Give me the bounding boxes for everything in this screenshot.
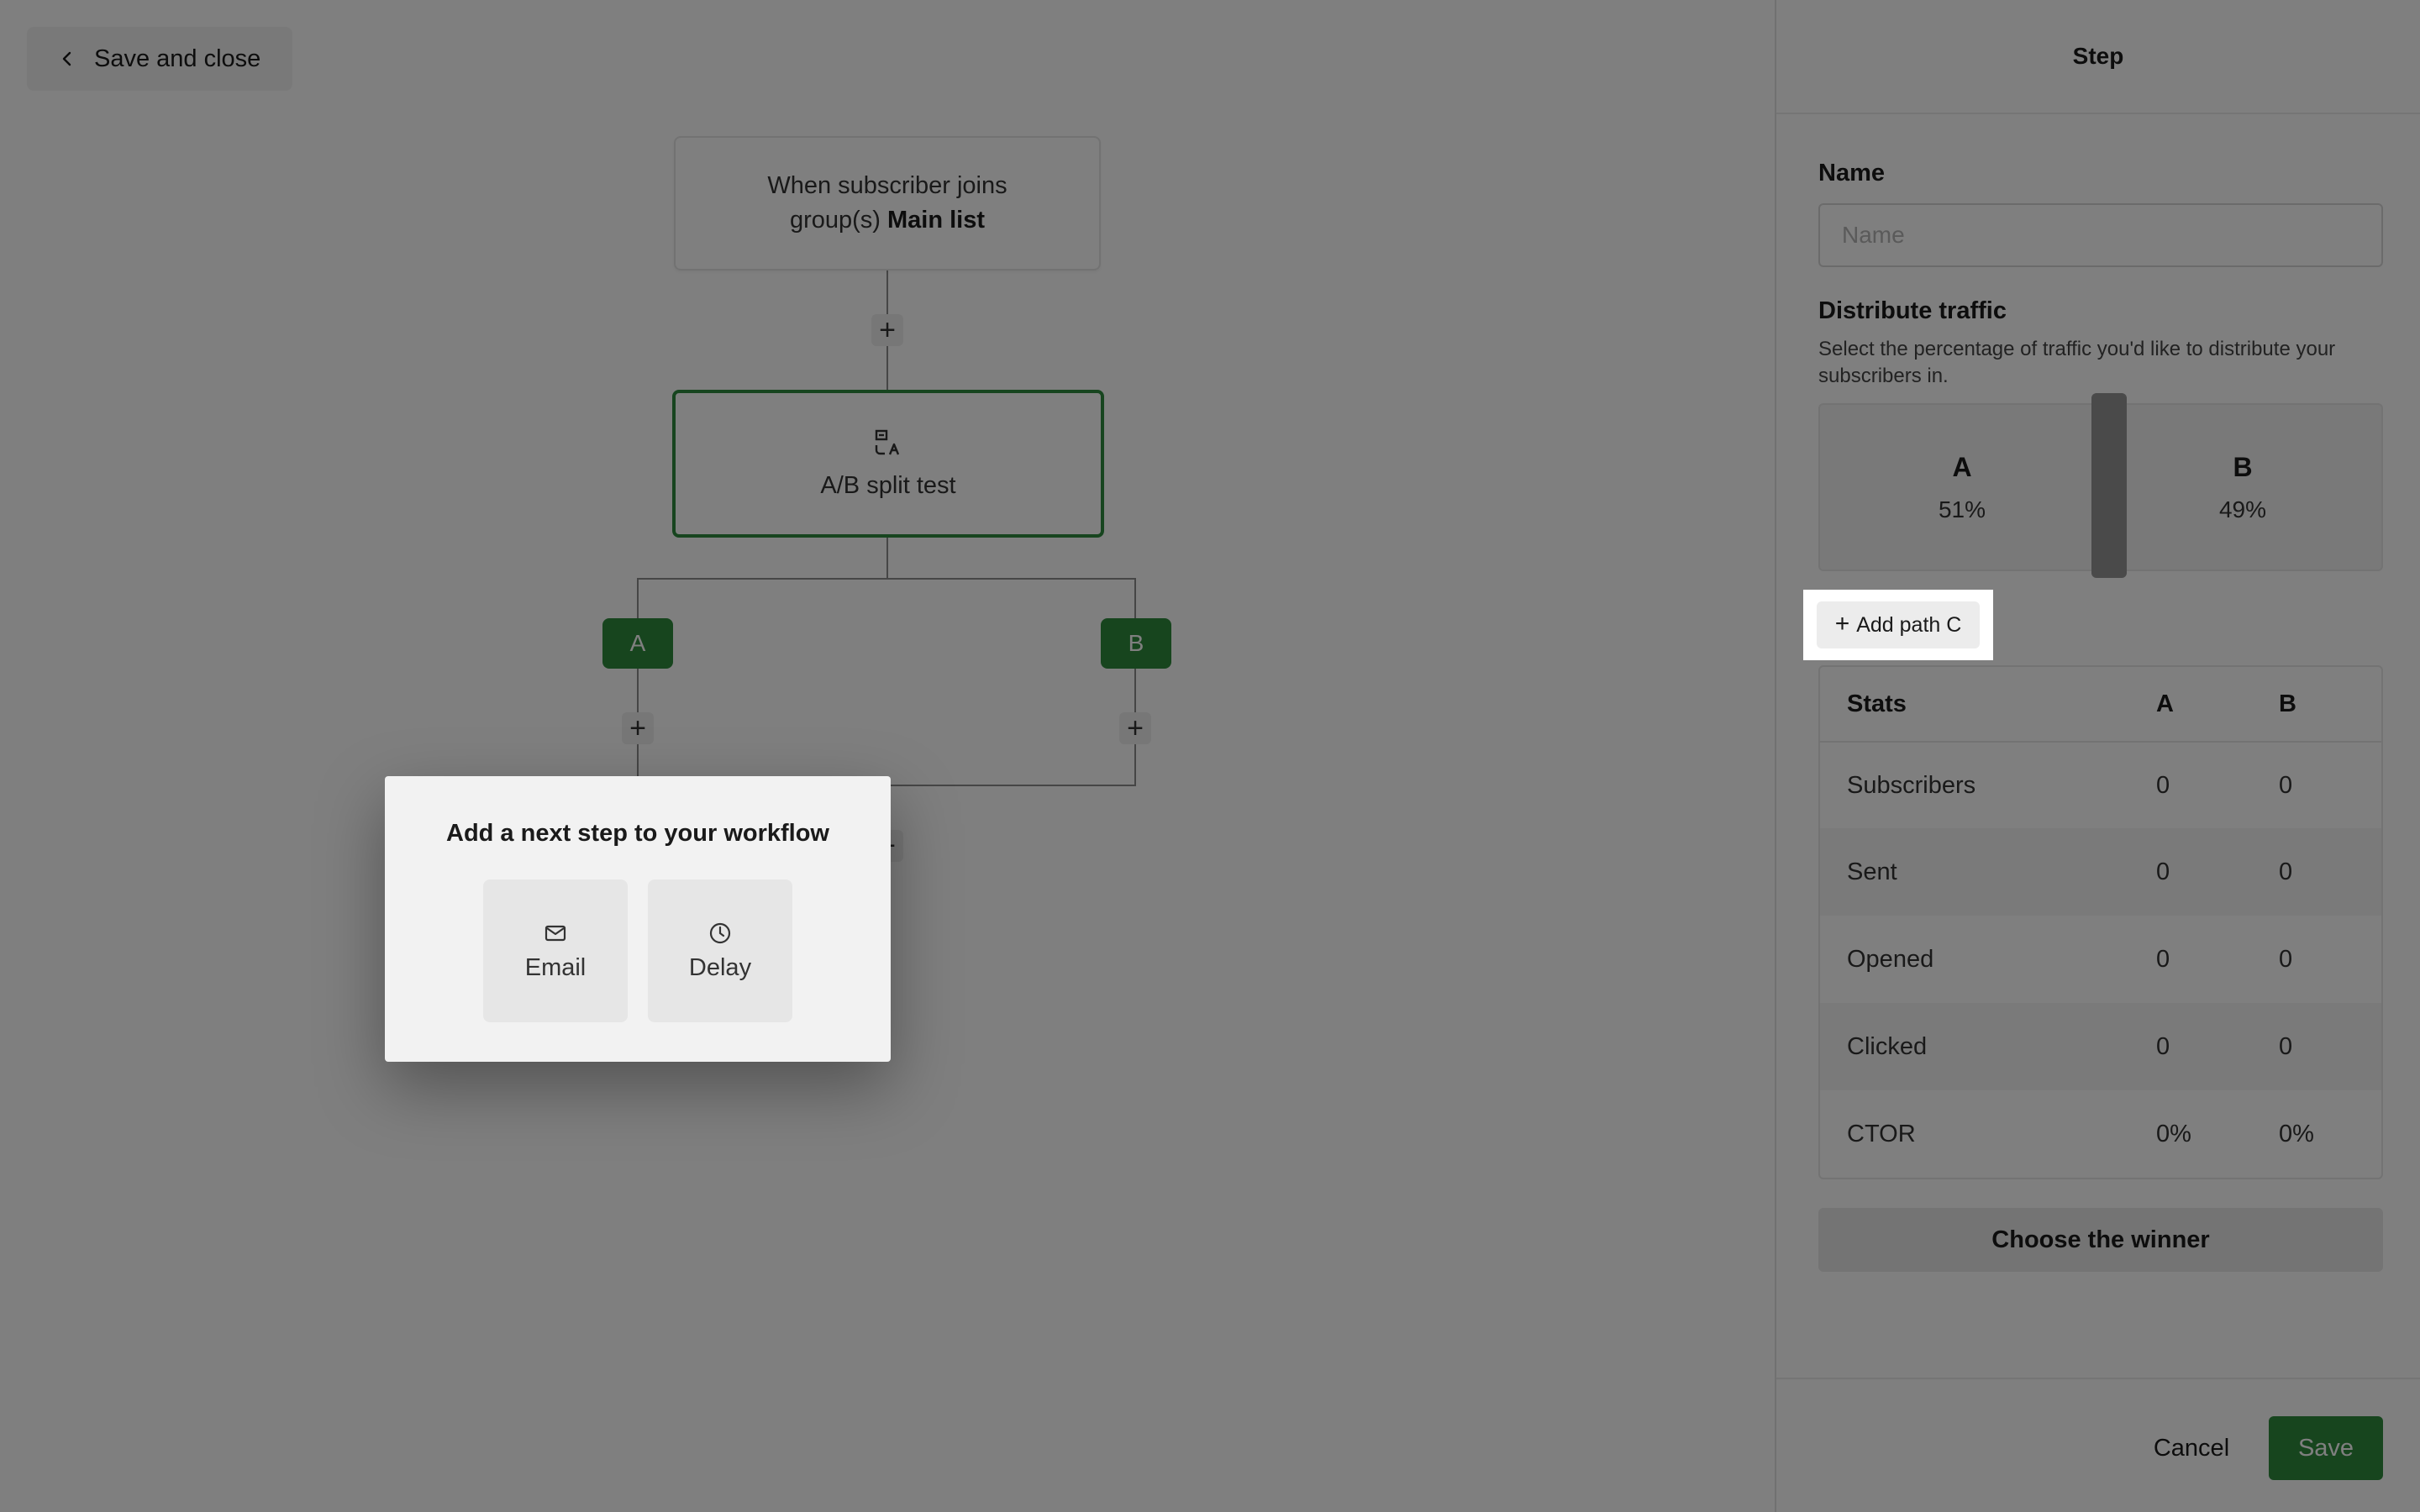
- clock-icon: [709, 922, 731, 943]
- delay-step-option[interactable]: Delay: [648, 879, 792, 1022]
- plus-icon: +: [1834, 610, 1850, 638]
- add-step-popover: Add a next step to your workflow Email D…: [385, 776, 891, 1062]
- email-option-label: Email: [524, 953, 587, 981]
- popover-title: Add a next step to your workflow: [446, 820, 829, 847]
- delay-option-label: Delay: [688, 953, 752, 981]
- email-step-option[interactable]: Email: [483, 879, 628, 1022]
- traffic-slider-handle[interactable]: [2091, 393, 2127, 578]
- add-path-label: Add path C: [1856, 612, 1962, 637]
- modal-overlay: [0, 0, 2420, 1512]
- popover-options: Email Delay: [483, 879, 792, 1022]
- add-path-button[interactable]: + Add path C: [1817, 601, 1980, 648]
- mail-icon: [544, 925, 566, 941]
